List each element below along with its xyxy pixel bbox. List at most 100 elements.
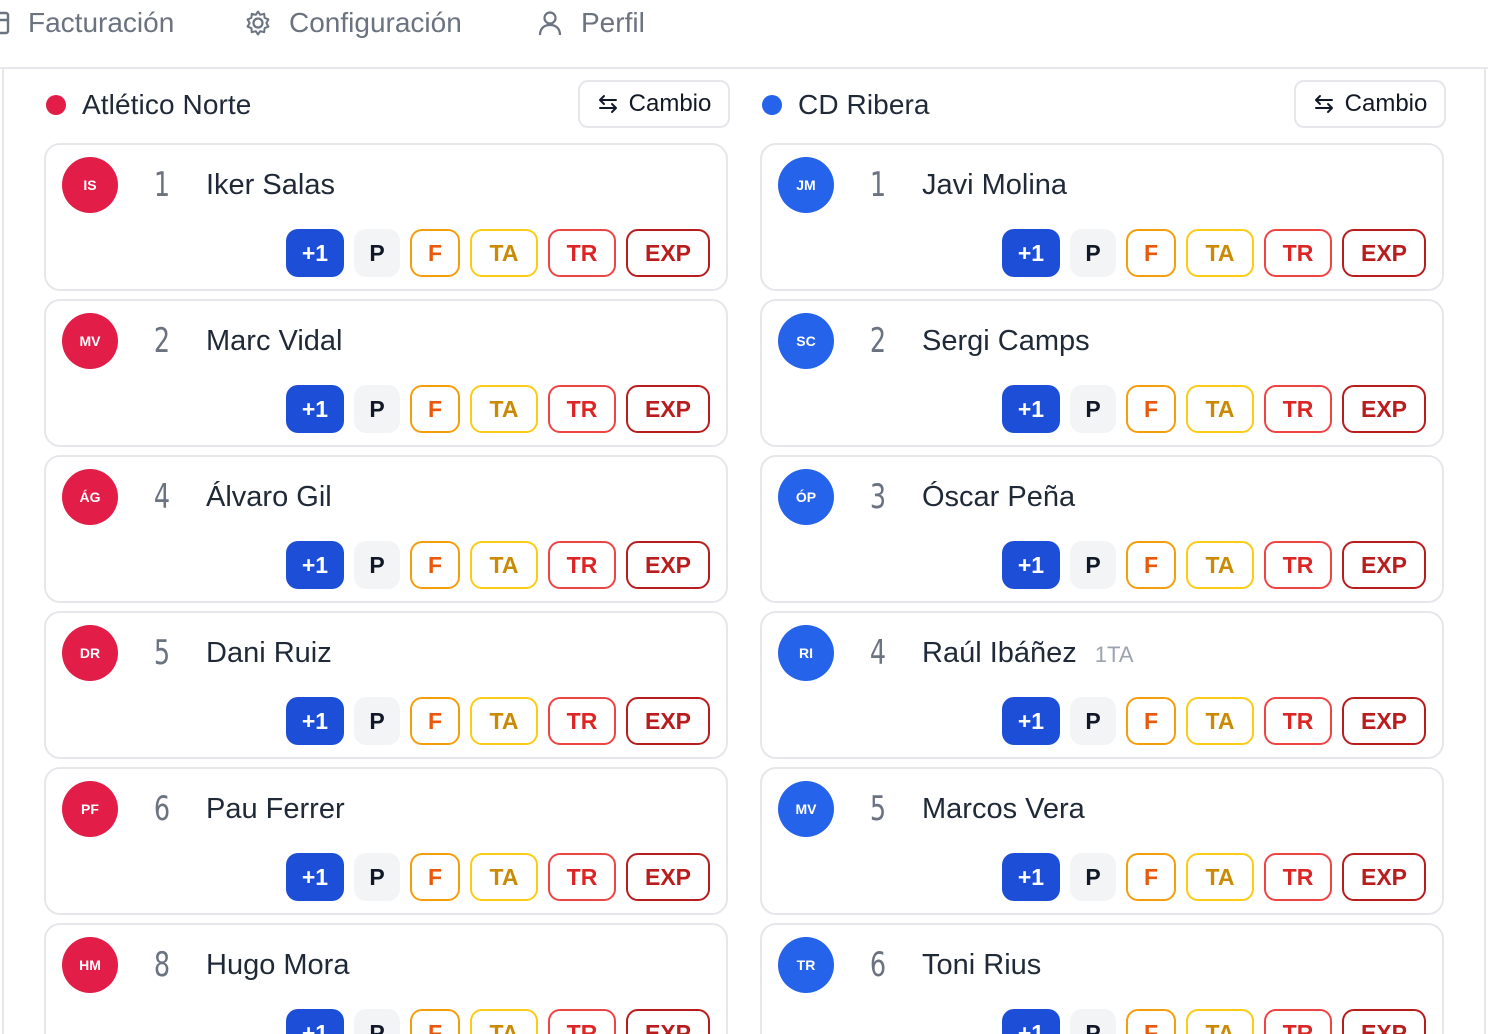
yellow-card-button[interactable]: TA: [1186, 229, 1254, 277]
expulsion-button[interactable]: EXP: [626, 853, 710, 901]
goal-button[interactable]: +1: [286, 697, 344, 745]
p-button[interactable]: P: [354, 853, 400, 901]
p-button[interactable]: P: [354, 1009, 400, 1034]
red-card-button[interactable]: TR: [1264, 853, 1332, 901]
goal-button[interactable]: +1: [1002, 541, 1060, 589]
yellow-card-button[interactable]: TA: [1186, 1009, 1254, 1034]
goal-button[interactable]: +1: [286, 1009, 344, 1034]
nav-profile[interactable]: Perfil: [535, 2, 645, 44]
goal-button[interactable]: +1: [1002, 1009, 1060, 1034]
foul-button[interactable]: F: [410, 1009, 460, 1034]
p-button[interactable]: P: [354, 229, 400, 277]
substitution-button-home[interactable]: Cambio: [578, 80, 730, 128]
player-card: SC 2 Sergi Camps +1 P F TA TR EXP: [760, 299, 1444, 447]
avatar: HM: [62, 937, 118, 993]
player-name: Marcos Vera: [922, 793, 1085, 825]
expulsion-button[interactable]: EXP: [1342, 697, 1426, 745]
red-card-button[interactable]: TR: [1264, 697, 1332, 745]
p-button[interactable]: P: [1070, 853, 1116, 901]
expulsion-button[interactable]: EXP: [1342, 229, 1426, 277]
yellow-card-button[interactable]: TA: [470, 1009, 538, 1034]
p-button[interactable]: P: [1070, 697, 1116, 745]
foul-button[interactable]: F: [1126, 853, 1176, 901]
red-card-button[interactable]: TR: [1264, 541, 1332, 589]
player-number: 1: [153, 165, 171, 205]
goal-button[interactable]: +1: [286, 541, 344, 589]
foul-button[interactable]: F: [1126, 1009, 1176, 1034]
yellow-card-button[interactable]: TA: [470, 853, 538, 901]
foul-button[interactable]: F: [410, 385, 460, 433]
player-number: 8: [153, 945, 171, 985]
swap-icon: [1313, 93, 1335, 115]
foul-button[interactable]: F: [1126, 385, 1176, 433]
p-button[interactable]: P: [354, 385, 400, 433]
player-card: RI 4 Raúl Ibáñez 1TA +1 P F TA TR EXP: [760, 611, 1444, 759]
foul-button[interactable]: F: [1126, 229, 1176, 277]
swap-icon: [597, 93, 619, 115]
red-card-button[interactable]: TR: [548, 853, 616, 901]
goal-button[interactable]: +1: [286, 853, 344, 901]
expulsion-button[interactable]: EXP: [626, 697, 710, 745]
expulsion-button[interactable]: EXP: [626, 229, 710, 277]
foul-button[interactable]: F: [410, 541, 460, 589]
nav-settings[interactable]: Configuración: [243, 2, 462, 44]
player-note: 1TA: [1094, 642, 1134, 667]
expulsion-button[interactable]: EXP: [626, 541, 710, 589]
expulsion-button[interactable]: EXP: [626, 1009, 710, 1034]
red-card-button[interactable]: TR: [1264, 229, 1332, 277]
player-actions: +1 P F TA TR EXP: [286, 541, 710, 589]
expulsion-button[interactable]: EXP: [1342, 385, 1426, 433]
red-card-button[interactable]: TR: [548, 1009, 616, 1034]
red-card-button[interactable]: TR: [1264, 385, 1332, 433]
foul-button[interactable]: F: [410, 853, 460, 901]
yellow-card-button[interactable]: TA: [470, 541, 538, 589]
nav-billing[interactable]: Facturación: [0, 2, 174, 44]
goal-button[interactable]: +1: [1002, 697, 1060, 745]
foul-button[interactable]: F: [410, 229, 460, 277]
player-actions: +1 P F TA TR EXP: [1002, 853, 1426, 901]
yellow-card-button[interactable]: TA: [1186, 541, 1254, 589]
nav-billing-label: Facturación: [28, 7, 175, 38]
foul-button[interactable]: F: [410, 697, 460, 745]
avatar: MV: [778, 781, 834, 837]
player-name: Javi Molina: [922, 169, 1068, 201]
p-button[interactable]: P: [354, 697, 400, 745]
red-card-button[interactable]: TR: [548, 697, 616, 745]
player-number: 5: [153, 633, 171, 673]
p-button[interactable]: P: [1070, 385, 1116, 433]
red-card-button[interactable]: TR: [548, 385, 616, 433]
p-button[interactable]: P: [1070, 1009, 1116, 1034]
avatar: ÓP: [778, 469, 834, 525]
red-card-button[interactable]: TR: [548, 229, 616, 277]
yellow-card-button[interactable]: TA: [470, 229, 538, 277]
red-card-button[interactable]: TR: [548, 541, 616, 589]
goal-button[interactable]: +1: [1002, 229, 1060, 277]
yellow-card-button[interactable]: TA: [470, 385, 538, 433]
goal-button[interactable]: +1: [1002, 853, 1060, 901]
yellow-card-button[interactable]: TA: [470, 697, 538, 745]
goal-button[interactable]: +1: [286, 229, 344, 277]
foul-button[interactable]: F: [1126, 697, 1176, 745]
p-button[interactable]: P: [1070, 541, 1116, 589]
expulsion-button[interactable]: EXP: [626, 385, 710, 433]
player-card: PF 6 Pau Ferrer +1 P F TA TR EXP: [44, 767, 728, 915]
substitution-button-away[interactable]: Cambio: [1294, 80, 1446, 128]
player-card: TR 6 Toni Rius +1 P F TA TR EXP: [760, 923, 1444, 1034]
p-button[interactable]: P: [1070, 229, 1116, 277]
goal-button[interactable]: +1: [286, 385, 344, 433]
p-button[interactable]: P: [354, 541, 400, 589]
yellow-card-button[interactable]: TA: [1186, 697, 1254, 745]
goal-button[interactable]: +1: [1002, 385, 1060, 433]
expulsion-button[interactable]: EXP: [1342, 853, 1426, 901]
yellow-card-button[interactable]: TA: [1186, 853, 1254, 901]
foul-button[interactable]: F: [1126, 541, 1176, 589]
red-card-button[interactable]: TR: [1264, 1009, 1332, 1034]
yellow-card-button[interactable]: TA: [1186, 385, 1254, 433]
player-card: DR 5 Dani Ruiz +1 P F TA TR EXP: [44, 611, 728, 759]
top-nav: Facturación Configuración Perfil: [0, 0, 1488, 69]
expulsion-button[interactable]: EXP: [1342, 541, 1426, 589]
player-number: 3: [869, 477, 887, 517]
player-card: ÓP 3 Óscar Peña +1 P F TA TR EXP: [760, 455, 1444, 603]
avatar: PF: [62, 781, 118, 837]
expulsion-button[interactable]: EXP: [1342, 1009, 1426, 1034]
